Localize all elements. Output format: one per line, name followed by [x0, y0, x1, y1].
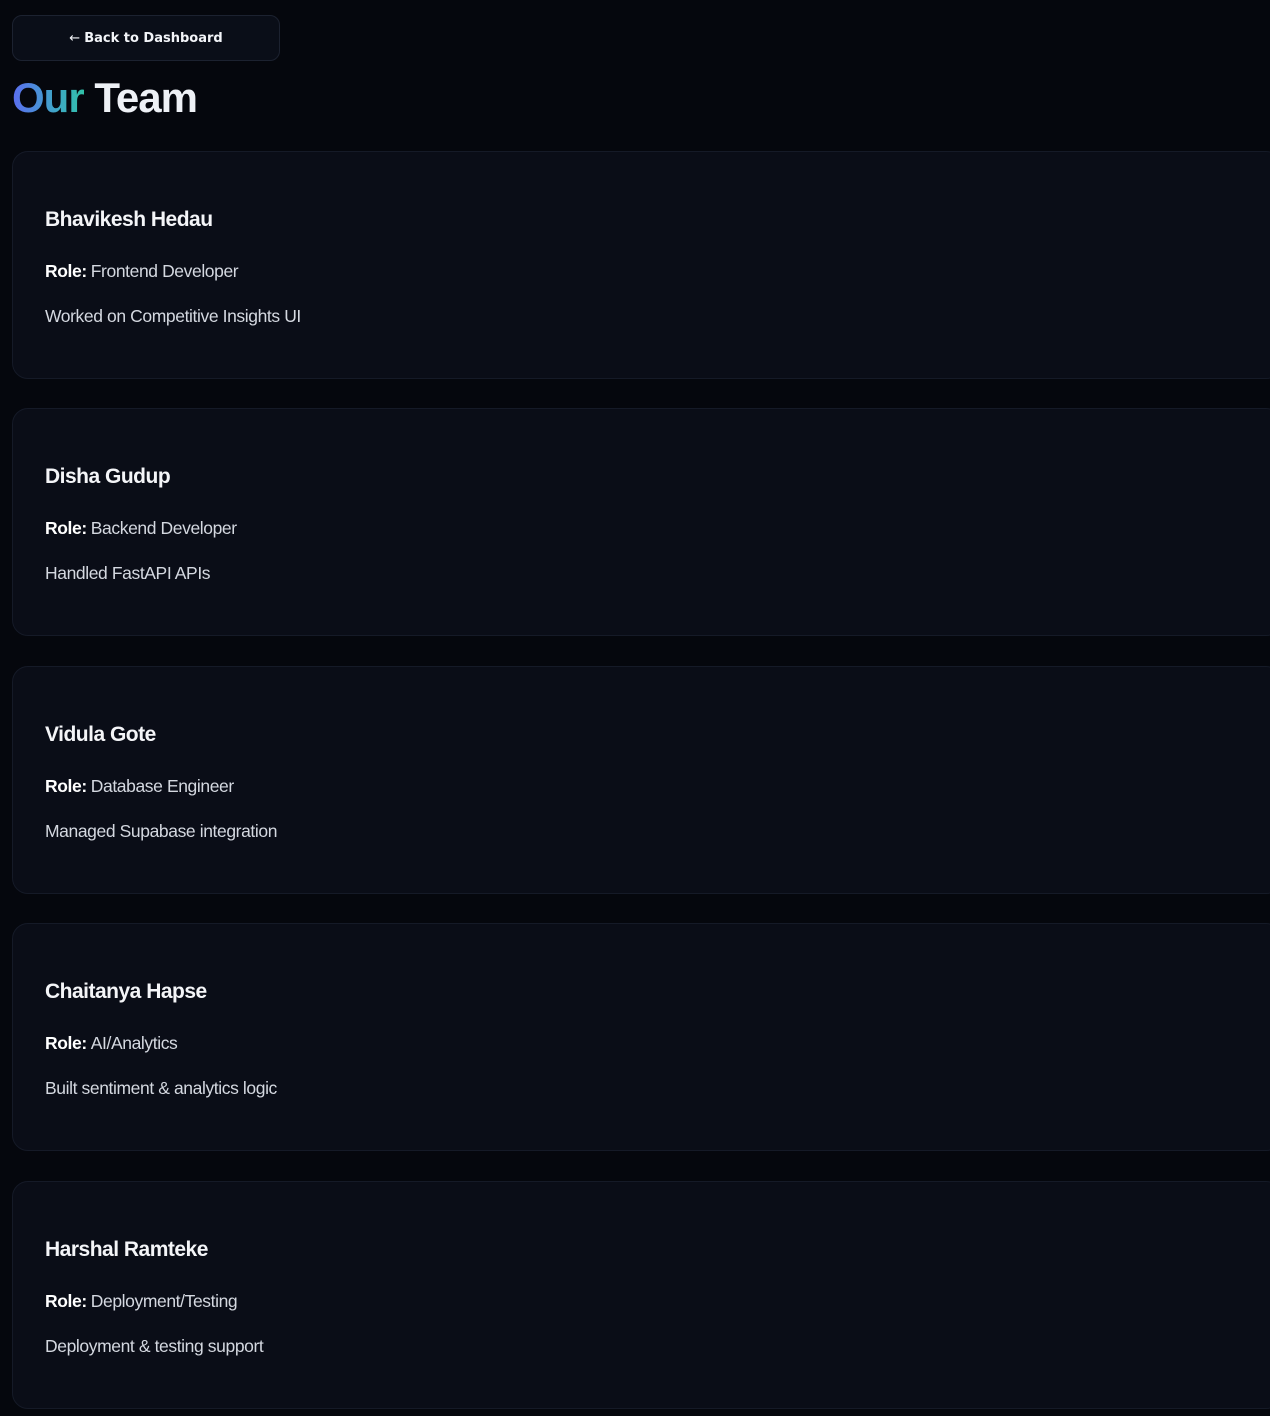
member-role: Role: Backend Developer [45, 518, 237, 539]
role-value: Deployment/Testing [90, 1291, 238, 1311]
team-member-card: Chaitanya Hapse Role: AI/Analytics Built … [12, 923, 1270, 1151]
team-member-card: Harshal Ramteke Role: Deployment/Testing … [12, 1181, 1270, 1409]
role-value: Backend Developer [90, 518, 237, 538]
member-name: Chaitanya Hapse [45, 980, 207, 1003]
page-title: Our Team [12, 72, 198, 124]
member-description: Deployment & testing support [45, 1336, 264, 1356]
member-name: Harshal Ramteke [45, 1238, 208, 1261]
member-name: Disha Gudup [45, 465, 171, 488]
member-description: Handled FastAPI APIs [45, 563, 211, 583]
page-title-main: Team [94, 74, 198, 121]
member-description: Worked on Competitive Insights UI [45, 306, 301, 326]
role-label: Role: [45, 776, 87, 796]
member-role: Role: Database Engineer [45, 776, 234, 797]
role-value: Frontend Developer [90, 261, 239, 281]
team-member-card: Bhavikesh Hedau Role: Frontend Developer … [12, 151, 1270, 379]
member-role: Role: AI/Analytics [45, 1033, 178, 1054]
team-member-card: Disha Gudup Role: Backend Developer Handl… [12, 408, 1270, 636]
back-to-dashboard-button[interactable]: ← Back to Dashboard [12, 15, 280, 61]
member-role: Role: Deployment/Testing [45, 1291, 238, 1312]
arrow-left-icon: ← [69, 30, 81, 46]
team-member-card: Vidula Gote Role: Database Engineer Manag… [12, 666, 1270, 894]
role-value: Database Engineer [90, 776, 234, 796]
role-label: Role: [45, 1033, 87, 1053]
role-label: Role: [45, 1291, 87, 1311]
member-description: Managed Supabase integration [45, 821, 278, 841]
member-name: Bhavikesh Hedau [45, 208, 213, 231]
page-title-accent: Our [12, 74, 85, 121]
member-role: Role: Frontend Developer [45, 261, 239, 282]
member-name: Vidula Gote [45, 723, 156, 746]
back-button-label: Back to Dashboard [84, 30, 223, 46]
role-label: Role: [45, 261, 87, 281]
member-description: Built sentiment & analytics logic [45, 1078, 277, 1098]
role-label: Role: [45, 518, 87, 538]
role-value: AI/Analytics [90, 1033, 178, 1053]
